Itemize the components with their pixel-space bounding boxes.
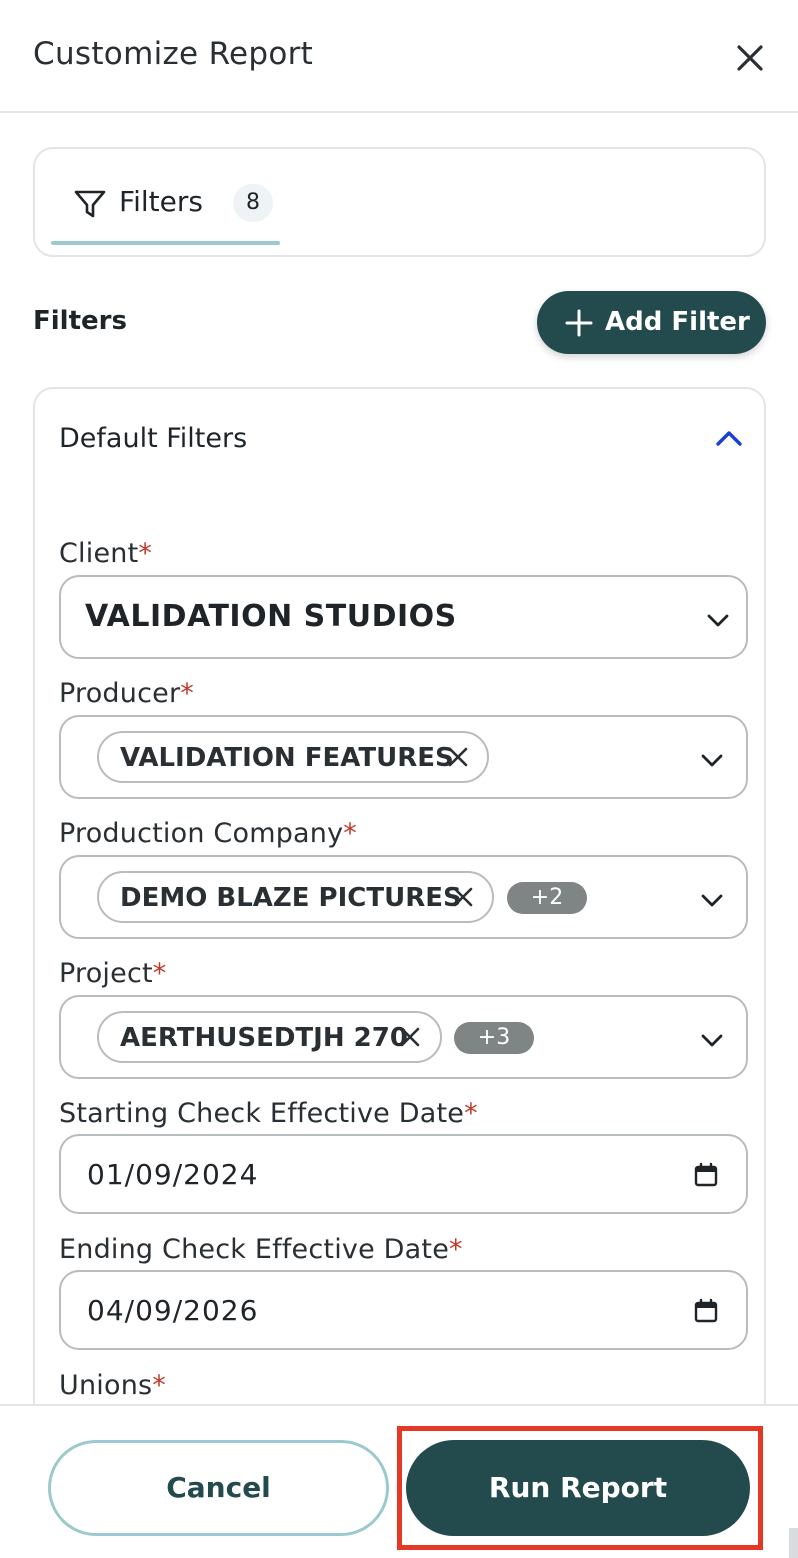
production-company-chip: DEMO BLAZE PICTURES (97, 871, 494, 923)
chevron-down-icon (705, 611, 731, 629)
chevron-down-icon (699, 751, 725, 769)
required-marker: * (464, 1098, 478, 1129)
add-filter-label: Add Filter (605, 307, 750, 337)
active-tab-indicator (51, 241, 280, 245)
required-marker: * (152, 1370, 166, 1401)
start-date-input[interactable]: 01/09/2024 (59, 1134, 748, 1214)
remove-chip-icon[interactable] (446, 745, 470, 769)
chip-label: VALIDATION FEATURES (120, 743, 454, 773)
producer-label: Producer* (59, 678, 194, 709)
producer-select[interactable]: VALIDATION FEATURES (59, 715, 748, 799)
start-date-value: 01/09/2024 (87, 1158, 259, 1191)
more-count-badge: +3 (454, 1022, 534, 1054)
chip-label: DEMO BLAZE PICTURES (120, 883, 462, 913)
dialog-footer: Cancel Run Report (0, 1404, 798, 1558)
calendar-icon[interactable] (693, 1162, 719, 1188)
production-company-select[interactable]: DEMO BLAZE PICTURES +2 (59, 855, 748, 939)
more-count-badge: +2 (507, 882, 587, 914)
default-filters-panel: Default Filters Client* VALIDATION STUDI… (33, 387, 766, 1487)
client-value: VALIDATION STUDIOS (85, 599, 457, 634)
chevron-down-icon (699, 1031, 725, 1049)
required-marker: * (152, 958, 167, 989)
filter-count-badge: 8 (233, 184, 273, 222)
tab-filters[interactable]: Filters 8 (51, 149, 280, 245)
client-select[interactable]: VALIDATION STUDIOS (59, 575, 748, 659)
add-filter-button[interactable]: Add Filter (537, 291, 766, 354)
project-chip: AERTHUSEDTJH 270 (97, 1011, 442, 1063)
tab-bar: Filters 8 (33, 147, 766, 257)
chevron-down-icon (699, 891, 725, 909)
tab-label: Filters (119, 185, 203, 218)
chip-label: AERTHUSEDTJH 270 (120, 1023, 408, 1053)
producer-chip: VALIDATION FEATURES (97, 731, 489, 783)
remove-chip-icon[interactable] (451, 885, 475, 909)
start-date-label: Starting Check Effective Date* (59, 1098, 478, 1129)
calendar-icon[interactable] (693, 1298, 719, 1324)
chevron-up-icon[interactable] (712, 425, 746, 451)
production-company-label: Production Company* (59, 818, 357, 849)
panel-title: Default Filters (59, 423, 248, 454)
dialog-header: Customize Report (0, 0, 798, 113)
project-select[interactable]: AERTHUSEDTJH 270 +3 (59, 995, 748, 1079)
required-marker: * (138, 538, 153, 569)
unions-label: Unions* (59, 1370, 166, 1401)
remove-chip-icon[interactable] (398, 1025, 422, 1049)
end-date-input[interactable]: 04/09/2026 (59, 1270, 748, 1350)
required-marker: * (180, 678, 194, 709)
required-marker: * (449, 1234, 463, 1265)
cancel-button[interactable]: Cancel (48, 1440, 389, 1536)
funnel-icon (73, 187, 107, 221)
close-icon[interactable] (730, 38, 770, 78)
required-marker: * (343, 818, 357, 849)
project-label: Project* (59, 958, 167, 989)
run-report-button[interactable]: Run Report (406, 1440, 750, 1536)
scrollbar-edge (789, 1528, 798, 1558)
client-label: Client* (59, 538, 153, 569)
filters-heading: Filters (33, 306, 127, 336)
dialog-title: Customize Report (33, 36, 314, 72)
end-date-value: 04/09/2026 (87, 1294, 259, 1327)
end-date-label: Ending Check Effective Date* (59, 1234, 463, 1265)
plus-icon (563, 307, 595, 339)
